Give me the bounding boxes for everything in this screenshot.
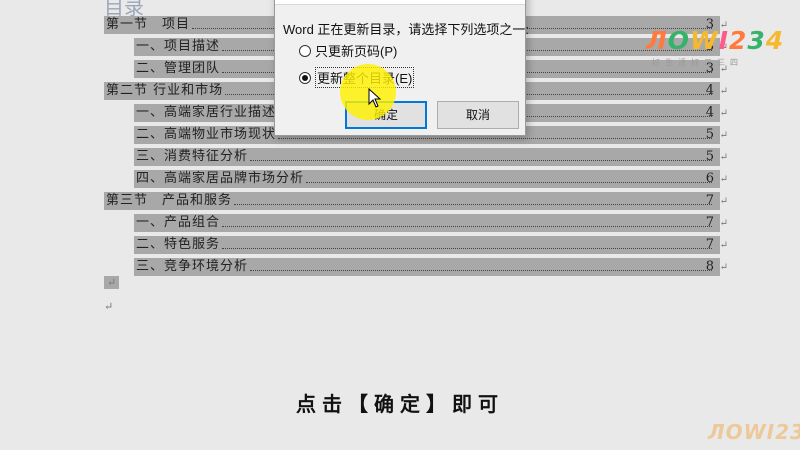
update-page-numbers-radio[interactable]: 只更新页码(P) xyxy=(299,41,397,60)
toc-leader-dots xyxy=(250,160,712,161)
brand-logo: ЛOWI234 xyxy=(646,26,785,55)
mouse-pointer-icon xyxy=(368,88,382,108)
subtitle-caption: 点击【确定】即可 xyxy=(296,392,504,416)
toc-entry-text: 三、消费特征分析 xyxy=(136,149,249,164)
toc-leader-dots xyxy=(222,226,712,227)
brand-tagline: 好生活好二三四 xyxy=(652,58,743,67)
toc-page-number: 7 xyxy=(705,237,714,252)
toc-leader-dots xyxy=(250,270,712,271)
toc-page-number: 5 xyxy=(705,127,714,142)
toc-page-number: 5 xyxy=(705,149,714,164)
toc-entry-text: 一、产品组合 xyxy=(136,215,221,230)
toc-leader-dots xyxy=(222,248,712,249)
radio-selected-icon xyxy=(299,71,311,84)
cancel-button[interactable]: 取消 xyxy=(437,101,519,129)
paragraph-mark: ↵ xyxy=(719,152,728,163)
paragraph-mark: ↵ xyxy=(719,86,728,97)
paragraph-mark: ↵ xyxy=(719,218,728,229)
toc-entry-text: 二、管理团队 xyxy=(136,61,221,76)
toc-entry-text: 一、高端家居行业描述 xyxy=(136,105,277,120)
radio-circle-icon xyxy=(299,44,311,57)
paragraph-mark: ↵ xyxy=(719,240,728,251)
paragraph-mark: ↵ xyxy=(719,262,728,273)
toc-page-number: 7 xyxy=(705,193,714,208)
toc-entry-text: 第一节 项目 xyxy=(106,17,191,32)
paragraph-mark: ↵ xyxy=(104,276,120,289)
toc-entry-text: 第二节 行业和市场 xyxy=(106,83,224,98)
selection-highlight xyxy=(134,236,720,254)
toc-entry[interactable]: 四、高端家居品牌市场分析 6 ↵ xyxy=(104,168,728,190)
dialog-prompt: Word 正在更新目录，请选择下列选项之一: xyxy=(283,22,530,37)
dialog-title-bar[interactable] xyxy=(275,0,525,5)
toc-leader-dots xyxy=(278,138,712,139)
paragraph-mark: ↵ xyxy=(104,300,114,313)
toc-entry-text: 二、特色服务 xyxy=(136,237,221,252)
toc-leader-dots xyxy=(306,182,712,183)
toc-leader-dots xyxy=(234,204,712,205)
paragraph-mark: ↵ xyxy=(719,130,728,141)
selection-highlight xyxy=(134,214,720,232)
toc-page-number: 7 xyxy=(705,215,714,230)
paragraph-mark: ↵ xyxy=(719,108,728,119)
toc-entry[interactable]: 三、竞争环境分析 8 ↵ xyxy=(104,256,728,278)
paragraph-mark: ↵ xyxy=(719,196,728,207)
toc-entry[interactable]: 二、特色服务 7 ↵ xyxy=(104,234,728,256)
toc-entry[interactable]: 三、消费特征分析 5 ↵ xyxy=(104,146,728,168)
toc-entry-text: 第三节 产品和服务 xyxy=(106,193,233,208)
toc-entry-text: 一、项目描述 xyxy=(136,39,221,54)
toc-entry-text: 二、高端物业市场现状 xyxy=(136,127,277,142)
update-page-numbers-label: 只更新页码(P) xyxy=(315,44,398,59)
toc-page-number: 4 xyxy=(705,105,714,120)
toc-page-number: 4 xyxy=(705,83,714,98)
toc-page-number: 8 xyxy=(705,259,714,274)
toc-entry[interactable]: 第三节 产品和服务 7 ↵ xyxy=(104,190,728,212)
toc-page-number: 6 xyxy=(705,171,714,186)
toc-entry-text: 四、高端家居品牌市场分析 xyxy=(136,171,305,186)
paragraph-mark: ↵ xyxy=(719,174,728,185)
update-toc-dialog: Word 正在更新目录，请选择下列选项之一: 只更新页码(P) 更新整个目录(E… xyxy=(274,0,530,136)
toc-entry[interactable]: 一、产品组合 7 ↵ xyxy=(104,212,728,234)
brand-watermark: ЛOWI234 xyxy=(708,420,800,444)
toc-entry-text: 三、竞争环境分析 xyxy=(136,259,249,274)
